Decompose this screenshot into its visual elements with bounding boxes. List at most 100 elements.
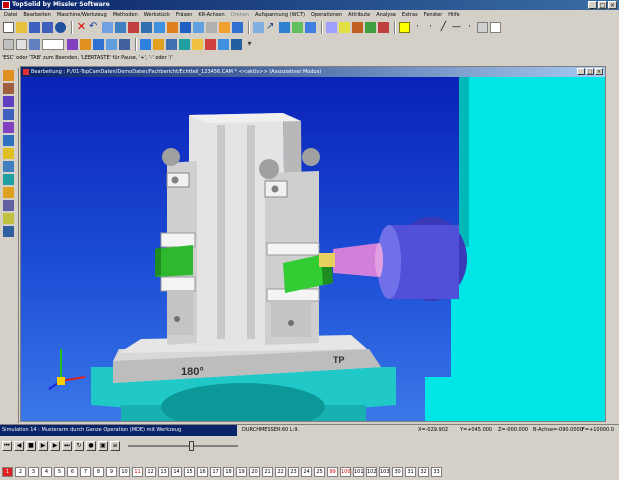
maximize-button[interactable]: □ — [598, 1, 607, 9]
step-button[interactable]: 30 — [392, 467, 403, 477]
window-icon[interactable] — [102, 22, 113, 33]
zoom-icon[interactable] — [128, 22, 139, 33]
play-icon[interactable]: ▶ — [38, 441, 48, 451]
config-icon[interactable] — [3, 226, 14, 237]
menu-bearbeiten[interactable]: Bearbeiten — [23, 12, 50, 18]
step-forward-icon[interactable]: ▶ — [50, 441, 60, 451]
save-icon[interactable] — [29, 22, 40, 33]
step-button[interactable]: 101 — [353, 467, 364, 477]
step-button[interactable]: 23 — [288, 467, 299, 477]
step-button[interactable]: 1 — [2, 467, 13, 477]
path-icon[interactable] — [3, 187, 14, 198]
step-button[interactable]: 21 — [262, 467, 273, 477]
pencil-icon[interactable] — [3, 83, 14, 94]
curve-icon[interactable] — [3, 70, 14, 81]
contour-icon[interactable] — [179, 39, 190, 50]
assembly-icon[interactable] — [29, 39, 40, 50]
screen-icon[interactable] — [115, 22, 126, 33]
step-button[interactable]: 10 — [119, 467, 130, 477]
cube-icon[interactable] — [180, 22, 191, 33]
step-button[interactable]: 2 — [15, 467, 26, 477]
step-button[interactable]: 24 — [301, 467, 312, 477]
step-button[interactable]: 99 — [327, 467, 338, 477]
chuck-icon[interactable] — [106, 39, 117, 50]
table-icon[interactable] — [93, 39, 104, 50]
dot-icon[interactable]: · — [412, 22, 423, 33]
undo-icon[interactable]: ↶ — [89, 22, 100, 33]
doc2-icon[interactable] — [16, 39, 27, 50]
light-icon[interactable] — [219, 22, 230, 33]
menu-fenster[interactable]: Fenster — [424, 12, 443, 18]
boolean-icon[interactable] — [3, 135, 14, 146]
gear-icon[interactable] — [3, 200, 14, 211]
step-button[interactable]: 13 — [158, 467, 169, 477]
search-icon[interactable] — [326, 22, 337, 33]
grid-icon[interactable] — [141, 22, 152, 33]
menu-operationen[interactable]: Operationen — [311, 12, 342, 18]
menu-kr-achsen[interactable]: KR-Achsen — [198, 12, 224, 18]
drill-icon[interactable] — [153, 39, 164, 50]
spindle-icon[interactable] — [80, 39, 91, 50]
page-icon[interactable] — [490, 22, 501, 33]
plane-icon[interactable] — [218, 39, 229, 50]
step-button[interactable]: 16 — [197, 467, 208, 477]
save-as-icon[interactable] — [42, 22, 53, 33]
step-button[interactable]: 3 — [28, 467, 39, 477]
doc-minimize-button[interactable]: _ — [577, 68, 585, 75]
step-button[interactable]: 100 — [340, 467, 351, 477]
step-back-icon[interactable]: ◀ — [14, 441, 24, 451]
fast-forward-icon[interactable]: ⏭ — [62, 441, 72, 451]
doc-close-button[interactable]: × — [595, 68, 603, 75]
stock-icon[interactable] — [378, 22, 389, 33]
op-icon[interactable] — [3, 148, 14, 159]
sim-icon[interactable] — [292, 22, 303, 33]
render-icon[interactable] — [193, 22, 204, 33]
menu-extras[interactable]: Extras — [402, 12, 418, 18]
step-button[interactable]: 6 — [67, 467, 78, 477]
step-button[interactable]: 12 — [145, 467, 156, 477]
select-icon[interactable] — [253, 22, 264, 33]
line-width-icon[interactable]: — — [451, 22, 462, 33]
step-button[interactable]: 7 — [80, 467, 91, 477]
speed-slider[interactable] — [128, 441, 238, 451]
machine-icon[interactable] — [67, 39, 78, 50]
record-icon[interactable]: ● — [86, 441, 96, 451]
step-button[interactable]: 15 — [184, 467, 195, 477]
rewind-icon[interactable]: ⏮ — [2, 441, 12, 451]
hidden-line-icon[interactable] — [206, 22, 217, 33]
doc-maximize-button[interactable]: □ — [586, 68, 594, 75]
camera-icon[interactable]: ▣ — [98, 441, 108, 451]
shape-icon[interactable] — [3, 96, 14, 107]
slider-thumb[interactable] — [188, 441, 194, 451]
measure-icon[interactable] — [279, 22, 290, 33]
step-button[interactable]: 5 — [54, 467, 65, 477]
part-icon[interactable] — [365, 22, 376, 33]
step-button[interactable]: 17 — [210, 467, 221, 477]
step-button[interactable]: 14 — [171, 467, 182, 477]
cut-icon[interactable] — [3, 174, 14, 185]
options-icon[interactable]: ≡ — [110, 441, 120, 451]
menu-aufspannung[interactable]: Aufspannung (WCT) — [255, 12, 305, 18]
turn-icon[interactable] — [3, 161, 14, 172]
menu-methoden[interactable]: Methoden — [113, 12, 138, 18]
dot3-icon[interactable]: · — [464, 22, 475, 33]
frame-icon[interactable] — [339, 22, 350, 33]
step-button[interactable]: 103 — [379, 467, 390, 477]
stop-icon[interactable] — [205, 39, 216, 50]
doc-icon[interactable] — [3, 39, 14, 50]
check-icon[interactable] — [305, 22, 316, 33]
line-style-icon[interactable]: ╱ — [438, 22, 449, 33]
fixture-icon[interactable] — [119, 39, 130, 50]
new-icon[interactable] — [3, 22, 14, 33]
shade-icon[interactable] — [167, 22, 178, 33]
dropdown-icon[interactable]: ▾ — [244, 39, 255, 50]
step-button[interactable]: 20 — [249, 467, 260, 477]
layer-combo[interactable] — [42, 39, 64, 50]
dot2-icon[interactable]: · — [425, 22, 436, 33]
box-icon[interactable] — [477, 22, 488, 33]
menu-drehen[interactable]: Drehen — [231, 12, 249, 18]
color-swatch[interactable] — [399, 22, 410, 33]
info-icon[interactable] — [55, 22, 66, 33]
layer-icon[interactable] — [232, 22, 243, 33]
menu-analyse[interactable]: Analyse — [376, 12, 396, 18]
